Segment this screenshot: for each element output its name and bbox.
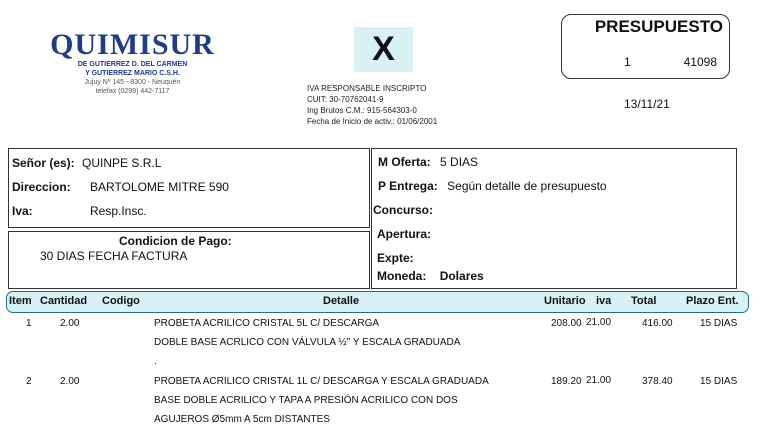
payment-box: Condicion de Pago: 30 DIAS FECHA FACTURA bbox=[8, 231, 370, 289]
client-name: QUINPE S.R.L bbox=[82, 156, 162, 170]
tender-label: Concurso: bbox=[373, 203, 433, 217]
row-detail-line1: PROBETA ACRILICO CRISTAL 5L C/ DESCARGA bbox=[154, 318, 380, 329]
payment-value: 30 DIAS FECHA FACTURA bbox=[40, 249, 188, 263]
currency-value: Dolares bbox=[439, 269, 484, 283]
row-term: 15 DIAS bbox=[700, 318, 738, 329]
delivery-value: Según detalle de presupuesto bbox=[447, 179, 607, 193]
tender-row: Concurso: bbox=[373, 203, 433, 217]
point-of-sale: 1 bbox=[624, 55, 631, 69]
row-iva: 21.00 bbox=[586, 317, 612, 328]
row-detail: PROBETA ACRILICO CRISTAL 1L C/ DESCARGA … bbox=[154, 372, 489, 429]
client-box: Señor (es): QUINPE S.R.L Direccion: BART… bbox=[8, 148, 370, 228]
company-address: Jujuy Nº 145 - 8300 - Neuquén bbox=[84, 79, 181, 86]
row-qty: 2.00 bbox=[60, 318, 80, 329]
col-iva: iva bbox=[596, 295, 612, 307]
currency-row: Moneda: Dolares bbox=[377, 269, 484, 283]
client-address-row: Direccion: bbox=[12, 180, 71, 194]
opening-row: Apertura: bbox=[377, 227, 431, 241]
document-date: 13/11/21 bbox=[624, 97, 670, 111]
delivery-label: P Entrega: bbox=[378, 179, 438, 193]
client-iva: Resp.Insc. bbox=[90, 204, 147, 218]
company-owners-line1: DE GUTIERREZ D. DEL CARMEN bbox=[77, 61, 188, 68]
row-qty: 2.00 bbox=[60, 376, 80, 387]
document-box: PRESUPUESTO 1 41098 bbox=[561, 14, 730, 79]
opening-label: Apertura: bbox=[377, 227, 432, 241]
col-item: Item bbox=[9, 295, 32, 307]
client-name-label: Señor (es): bbox=[12, 156, 75, 170]
validity-value: 5 DIAS bbox=[440, 155, 479, 169]
client-address-label: Direccion: bbox=[12, 180, 71, 194]
gross-income: Ing Brutos C.M.: 915-564303-0 bbox=[307, 106, 417, 115]
table-header: Item Cantidad Codigo Detalle Unitario iv… bbox=[6, 291, 749, 313]
col-total: Total bbox=[631, 295, 657, 307]
offer-box: M Oferta: 5 DIAS P Entrega: Según detall… bbox=[371, 148, 737, 289]
col-qty: Cantidad bbox=[40, 295, 88, 307]
row-unit: 189.20 bbox=[551, 376, 582, 387]
letter-type-box: X bbox=[354, 27, 413, 72]
row-detail: PROBETA ACRILICO CRISTAL 5L C/ DESCARGA … bbox=[154, 314, 460, 371]
currency-label: Moneda: bbox=[377, 269, 427, 283]
document-title: PRESUPUESTO bbox=[594, 17, 723, 36]
row-term: 15 DIAS bbox=[700, 376, 738, 387]
validity-label: M Oferta: bbox=[378, 155, 431, 169]
company-name: QUIMISUR bbox=[50, 28, 215, 61]
cuit: CUIT: 30-70762041-9 bbox=[307, 95, 384, 104]
col-unit: Unitario bbox=[544, 295, 586, 307]
row-iva: 21.00 bbox=[586, 375, 612, 386]
row-detail-line2: BASE DOBLE ACRILICO Y TAPA A PRESIÓN ACR… bbox=[154, 395, 458, 406]
row-unit: 208.00 bbox=[551, 318, 582, 329]
row-total: 378.40 bbox=[642, 376, 673, 387]
payment-label-text: Condicion de Pago: bbox=[119, 234, 232, 248]
row-detail-line2: DOBLE BASE ACRLICO CON VÁLVULA ½" Y ESCA… bbox=[154, 337, 461, 348]
col-code: Codigo bbox=[102, 295, 140, 307]
col-detail: Detalle bbox=[323, 295, 360, 307]
payment-label: Condicion de Pago: bbox=[119, 234, 232, 248]
client-address: BARTOLOME MITRE 590 bbox=[90, 180, 229, 194]
letter-type: X bbox=[372, 30, 395, 68]
tax-condition: IVA RESPONSABLE INSCRIPTO bbox=[307, 84, 427, 93]
file-row: Expte: bbox=[377, 251, 414, 265]
client-name-row: Señor (es): QUINPE S.R.L bbox=[12, 156, 161, 170]
company-phone: telefax (0299) 442-7117 bbox=[95, 88, 170, 95]
delivery-row: P Entrega: Según detalle de presupuesto bbox=[378, 179, 607, 193]
row-total: 416.00 bbox=[642, 318, 673, 329]
activity-start: Fecha de Inicio de activ.: 01/06/2001 bbox=[307, 117, 438, 126]
col-term: Plazo Ent. bbox=[686, 295, 739, 307]
client-iva-row: Iva: bbox=[12, 204, 33, 218]
company-owners-line2: Y GUTIERREZ MARIO C.S.H. bbox=[85, 70, 180, 77]
document-number: 41098 bbox=[683, 55, 717, 69]
file-label: Expte: bbox=[377, 251, 414, 265]
row-item: 1 bbox=[26, 318, 32, 329]
row-item: 2 bbox=[26, 376, 32, 387]
company-header: QUIMISUR DE GUTIERREZ D. DEL CARMEN Y GU… bbox=[40, 30, 225, 96]
row-detail-line1: PROBETA ACRILICO CRISTAL 1L C/ DESCARGA … bbox=[154, 376, 489, 387]
client-iva-label: Iva: bbox=[12, 204, 33, 218]
validity-row: M Oferta: 5 DIAS bbox=[378, 155, 478, 169]
tax-info: IVA RESPONSABLE INSCRIPTO CUIT: 30-70762… bbox=[307, 83, 437, 127]
row-detail-line3: . bbox=[154, 356, 157, 367]
row-detail-line3: AGUJEROS Ø5mm A 5cm DISTANTES bbox=[154, 414, 330, 425]
